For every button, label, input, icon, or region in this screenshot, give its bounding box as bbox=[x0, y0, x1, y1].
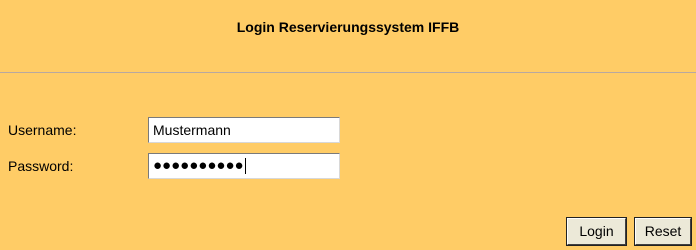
page-title: Login Reservierungssystem IFFB bbox=[236, 19, 460, 35]
password-input[interactable]: ●●●●●●●●●● bbox=[148, 153, 340, 179]
login-button[interactable]: Login bbox=[567, 218, 626, 245]
header-divider bbox=[0, 72, 696, 73]
text-cursor bbox=[244, 158, 246, 175]
username-label: Username: bbox=[8, 122, 77, 138]
username-value: Mustermann bbox=[153, 122, 231, 138]
username-input[interactable]: Mustermann bbox=[148, 117, 340, 143]
password-value: ●●●●●●●●●● bbox=[153, 157, 244, 174]
password-label: Password: bbox=[8, 158, 74, 174]
reset-button[interactable]: Reset bbox=[635, 218, 691, 245]
